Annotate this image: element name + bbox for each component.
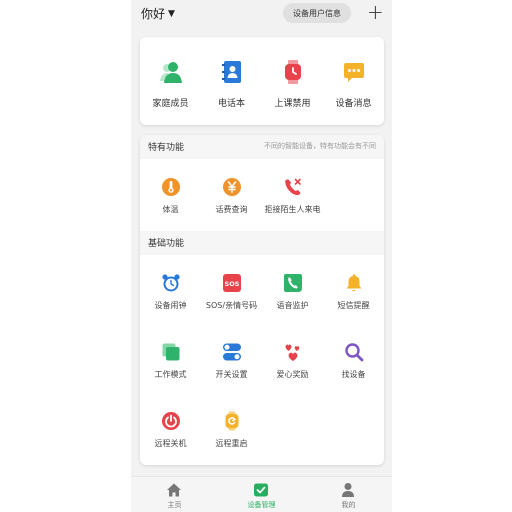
quick-class-disable[interactable]: 上课禁用 (262, 37, 323, 125)
hearts-icon (285, 344, 300, 361)
func-remote-restart-label: 远程重启 (215, 439, 248, 448)
quick-family-members-label: 家庭成员 (152, 99, 189, 109)
profile-icon (342, 483, 354, 497)
func-switch-settings[interactable]: 开关设置 (201, 342, 262, 394)
top-bar: 你好 ▼ 设备用户信息 + (131, 0, 392, 28)
greeting-dropdown[interactable]: 你好 ▼ (141, 5, 175, 22)
func-sms-reminder-label: 短信提醒 (337, 301, 370, 310)
quick-actions-card: 家庭成员 电话本 上课禁用 设备消息 (140, 37, 384, 125)
device-message-icon (344, 63, 364, 82)
func-body-temperature[interactable]: 体温 (140, 177, 201, 229)
caret-down-icon: ▼ (168, 8, 175, 19)
tab-home[interactable]: 主页 (131, 477, 218, 512)
restart-icon (225, 411, 239, 431)
voice-monitor-icon (284, 274, 302, 292)
func-remote-restart[interactable]: 远程重启 (201, 411, 262, 463)
bottom-tab-bar: 主页 设备管理 我的 (131, 476, 392, 512)
power-icon (162, 412, 180, 430)
device-manage-icon (254, 483, 268, 497)
reject-stranger-call-icon (285, 178, 301, 196)
tab-profile-label: 我的 (341, 501, 356, 509)
add-icon[interactable]: + (367, 1, 384, 23)
bell-icon (346, 274, 362, 292)
class-disable-icon (285, 60, 301, 84)
quick-phonebook[interactable]: 电话本 (201, 37, 262, 125)
thermometer-icon (162, 178, 180, 196)
svg-text:SOS: SOS (225, 280, 240, 288)
phone-bill-icon (223, 178, 241, 196)
alarm-clock-icon (162, 274, 180, 292)
tab-profile[interactable]: 我的 (305, 477, 392, 512)
quick-class-disable-label: 上课禁用 (274, 99, 311, 109)
func-find-device[interactable]: 找设备 (323, 342, 384, 394)
quick-device-message-label: 设备消息 (335, 99, 372, 109)
functions-card: 特有功能 不同的智能设备，特有功能会有不同 体温 话费查询 拒接陌生人来电 基础… (140, 135, 384, 465)
func-find-device-label: 找设备 (341, 370, 366, 379)
search-icon (345, 343, 364, 362)
work-mode-icon (162, 343, 180, 361)
func-remote-shutdown[interactable]: 远程关机 (140, 411, 201, 463)
special-functions-desc: 不同的智能设备，特有功能会有不同 (264, 142, 376, 150)
sos-icon: SOS (223, 274, 241, 292)
func-sos-numbers[interactable]: SOS SOS/亲情号码 (201, 273, 262, 325)
special-functions-title: 特有功能 (148, 143, 185, 153)
home-icon (167, 483, 181, 497)
func-sms-reminder[interactable]: 短信提醒 (323, 273, 384, 325)
func-love-rewards[interactable]: 爱心奖励 (262, 342, 323, 394)
quick-phonebook-label: 电话本 (217, 99, 245, 109)
func-reject-stranger-call[interactable]: 拒接陌生人来电 (262, 177, 323, 229)
special-functions-header: 特有功能 不同的智能设备，特有功能会有不同 (140, 135, 384, 159)
func-alarm-clock[interactable]: 设备闹钟 (140, 273, 201, 325)
tab-home-label: 主页 (167, 501, 182, 509)
func-reject-stranger-call-label: 拒接陌生人来电 (264, 205, 321, 214)
func-voice-monitor[interactable]: 语音监护 (262, 273, 323, 325)
family-members-icon (160, 62, 182, 83)
basic-functions-header: 基础功能 (140, 231, 384, 255)
greeting-text: 你好 (141, 7, 166, 21)
basic-functions-title: 基础功能 (148, 239, 185, 249)
tab-device-management-label: 设备管理 (247, 501, 276, 509)
quick-family-members[interactable]: 家庭成员 (140, 37, 201, 125)
tab-device-management[interactable]: 设备管理 (218, 477, 305, 512)
phonebook-icon (222, 61, 241, 83)
func-work-mode[interactable]: 工作模式 (140, 342, 201, 394)
toggle-settings-icon (223, 343, 241, 361)
device-user-info-button[interactable]: 设备用户信息 (283, 3, 351, 23)
app-screen: 你好 ▼ 设备用户信息 + 家庭成员 电话本 上课禁用 设备消息 特有功能 不同… (131, 0, 392, 512)
func-phone-bill[interactable]: 话费查询 (201, 177, 262, 229)
quick-device-message[interactable]: 设备消息 (323, 37, 384, 125)
